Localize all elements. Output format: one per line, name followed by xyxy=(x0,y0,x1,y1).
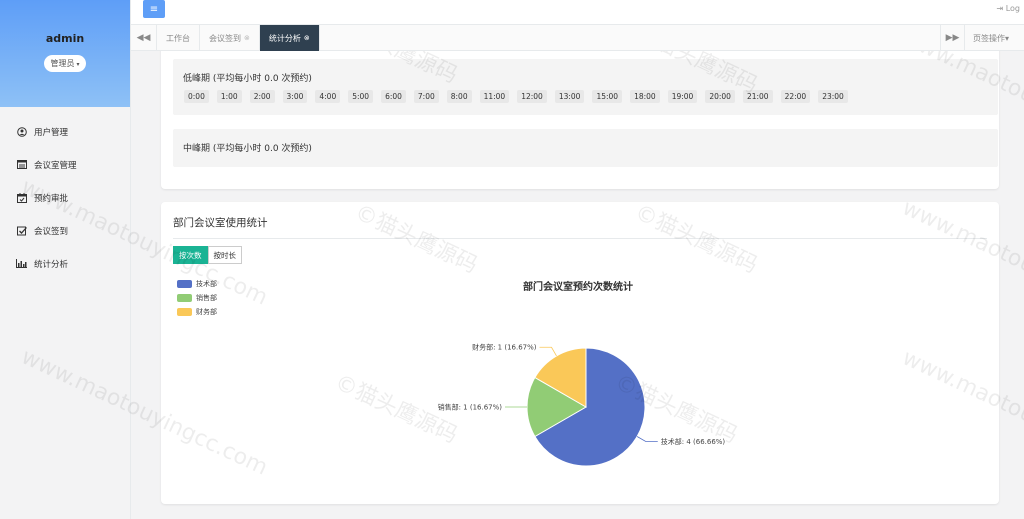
hour-chip: 0:00 xyxy=(184,90,209,103)
user-name: admin xyxy=(45,32,85,45)
hour-chip: 7:00 xyxy=(413,90,439,103)
hour-chip: 1:00 xyxy=(216,90,242,103)
top-navbar: ≡ ⇥ Log xyxy=(131,0,1024,25)
sidebar-item-checkin[interactable]: 会议签到 xyxy=(0,214,130,247)
legend-swatch xyxy=(177,308,192,316)
legend-item[interactable]: 技术部 xyxy=(177,277,217,291)
slice-label-line xyxy=(539,346,557,357)
close-icon[interactable]: ⊗ xyxy=(244,34,250,42)
stat-mode-toggle: 按次数 按时长 xyxy=(173,246,242,264)
by-count-button[interactable]: 按次数 xyxy=(173,246,208,264)
sidebar-item-label: 预约审批 xyxy=(34,193,69,204)
hour-chip: 19:00 xyxy=(667,90,698,103)
hour-chip: 3:00 xyxy=(282,90,308,103)
dept-usage-card: 部门会议室使用统计 按次数 按时长 技术部 销售部 财务部 部门会议室预约次数统计 … xyxy=(161,202,999,504)
tab-label: 工作台 xyxy=(166,33,190,43)
legend-item[interactable]: 财务部 xyxy=(177,305,217,319)
sidebar-item-users[interactable]: 用户管理 xyxy=(0,115,130,148)
hour-chip: 11:00 xyxy=(479,90,510,103)
mid-peak-section: 中峰期 (平均每小时 0.0 次预约) xyxy=(173,129,998,167)
slice-label: 技术部: 4 (66.66%) xyxy=(661,437,726,446)
checkbox-icon xyxy=(16,225,27,236)
tab-label: 会议签到 xyxy=(209,33,241,43)
hour-chip: 21:00 xyxy=(742,90,773,103)
menu-toggle-button[interactable]: ≡ xyxy=(143,0,165,18)
card-title: 部门会议室使用统计 xyxy=(173,217,268,229)
tab-statistics[interactable]: 统计分析 ⊗ xyxy=(259,25,320,51)
tab-scroll-left-button[interactable]: ◀◀ xyxy=(131,25,157,51)
forward-icon: ▶▶ xyxy=(945,33,960,43)
chart-legend: 技术部 销售部 财务部 xyxy=(177,277,217,319)
hour-chip: 12:00 xyxy=(517,90,547,103)
logout-label: Log xyxy=(1005,4,1020,13)
tab-scroll-right-button[interactable]: ▶▶ xyxy=(940,25,964,51)
sidebar-item-rooms[interactable]: 会议室管理 xyxy=(0,148,130,181)
tab-workbench[interactable]: 工作台 xyxy=(157,25,200,51)
close-icon[interactable]: ⊗ xyxy=(304,34,310,42)
legend-swatch xyxy=(177,294,192,302)
tab-bar: ◀◀ 工作台 会议签到 ⊗ 统计分析 ⊗ ▶▶ 页签操作 ▾ xyxy=(131,25,1024,51)
slice-label: 财务部: 1 (16.67%) xyxy=(472,343,537,352)
hour-chip: 2:00 xyxy=(249,90,275,103)
tab-operations-dropdown[interactable]: 页签操作 ▾ xyxy=(964,25,1024,51)
hamburger-icon: ≡ xyxy=(149,3,159,15)
logout-link[interactable]: ⇥ Log xyxy=(996,4,1020,13)
role-dropdown[interactable]: 管理员 ▾ xyxy=(44,55,86,72)
list-icon xyxy=(16,159,27,170)
legend-label: 销售部 xyxy=(196,294,217,302)
sidebar-item-label: 会议签到 xyxy=(34,226,69,237)
hour-chip: 22:00 xyxy=(780,90,811,103)
hour-chip: 5:00 xyxy=(348,90,374,103)
sidebar-item-label: 统计分析 xyxy=(34,259,69,270)
profile-panel: admin 管理员 ▾ xyxy=(0,0,130,107)
main-content: 低峰期 (平均每小时 0.0 次预约) 0:00 1:00 2:00 3:00 4:00… xyxy=(131,51,1024,519)
chart-title: 部门会议室预约次数统计 xyxy=(523,282,633,293)
sidebar: admin 管理员 ▾ 用户管理 会议室管理 预约审批 会议签到 统计分析 xyxy=(0,0,131,519)
legend-label: 技术部 xyxy=(196,280,217,288)
low-peak-section: 低峰期 (平均每小时 0.0 次预约) 0:00 1:00 2:00 3:00 4:00… xyxy=(173,59,998,115)
hour-chip: 23:00 xyxy=(818,90,848,103)
slice-label: 销售部: 1 (16.67%) xyxy=(438,403,503,412)
hour-chip: 18:00 xyxy=(630,90,660,103)
tabs: 工作台 会议签到 ⊗ 统计分析 ⊗ xyxy=(157,25,320,51)
hour-chip: 6:00 xyxy=(381,90,406,103)
hour-chip: 15:00 xyxy=(592,90,623,103)
hour-chip: 4:00 xyxy=(315,90,341,103)
sidebar-item-label: 用户管理 xyxy=(34,127,69,138)
sidebar-item-label: 会议室管理 xyxy=(34,160,77,171)
low-peak-title: 低峰期 (平均每小时 0.0 次预约) xyxy=(183,74,312,84)
tab-meeting-checkin[interactable]: 会议签到 ⊗ xyxy=(200,25,260,51)
backward-icon: ◀◀ xyxy=(136,33,151,43)
user-icon xyxy=(16,126,27,137)
sign-out-icon: ⇥ xyxy=(996,4,1004,13)
hour-chip: 13:00 xyxy=(554,90,585,103)
role-label: 管理员 xyxy=(50,59,75,68)
slice-label-line xyxy=(636,436,658,442)
legend-label: 财务部 xyxy=(196,308,217,316)
caret-down-icon: ▾ xyxy=(76,61,80,68)
peak-period-card: 低峰期 (平均每小时 0.0 次预约) 0:00 1:00 2:00 3:00 4:00… xyxy=(161,51,999,189)
sidebar-item-approval[interactable]: 预约审批 xyxy=(0,181,130,214)
caret-down-icon: ▾ xyxy=(1005,33,1010,43)
sidebar-menu: 用户管理 会议室管理 预约审批 会议签到 统计分析 xyxy=(0,115,130,280)
tab-label: 统计分析 xyxy=(268,33,301,43)
hour-chip: 8:00 xyxy=(446,90,472,103)
sidebar-item-statistics[interactable]: 统计分析 xyxy=(0,247,130,280)
divider xyxy=(173,238,987,239)
mid-peak-title: 中峰期 (平均每小时 0.0 次预约) xyxy=(183,144,312,154)
bar-chart-icon xyxy=(16,258,27,269)
legend-swatch xyxy=(177,280,192,288)
hour-chip: 20:00 xyxy=(705,90,735,103)
pie-chart: 技术部: 4 (66.66%) 销售部: 1 (16.67%) 财务部: 1 (16… xyxy=(438,343,726,467)
tab-ops-label: 页签操作 xyxy=(973,33,1005,43)
low-peak-hours: 0:00 1:00 2:00 3:00 4:00 5:00 6:00 7:00 8:00 11:0… xyxy=(184,90,856,103)
legend-item[interactable]: 销售部 xyxy=(177,291,217,305)
by-duration-button[interactable]: 按时长 xyxy=(207,246,242,264)
calendar-icon xyxy=(16,192,27,203)
